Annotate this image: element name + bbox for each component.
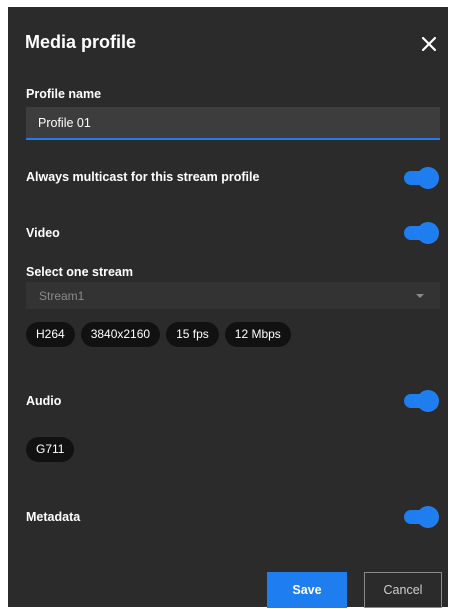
chip-audio-codec: G711 (26, 437, 75, 462)
toggle-knob (418, 168, 438, 188)
stream-select-value: Stream1 (39, 289, 85, 303)
media-profile-dialog: Media profile Profile name Always multic… (8, 7, 448, 608)
toggle-knob (418, 223, 438, 243)
multicast-toggle[interactable] (404, 168, 438, 188)
audio-toggle[interactable] (404, 391, 438, 411)
toggle-knob (418, 507, 438, 527)
select-stream-label: Select one stream (26, 265, 133, 279)
audio-label: Audio (26, 394, 62, 408)
profile-name-label: Profile name (26, 87, 102, 101)
chip-resolution: 3840x2160 (80, 322, 161, 347)
chip-codec: H264 (26, 322, 75, 347)
dialog-title: Media profile (25, 32, 137, 52)
chevron-down-icon (416, 294, 424, 298)
save-button[interactable]: Save (267, 572, 347, 608)
close-icon[interactable] (421, 36, 437, 52)
audio-chips: G711 (26, 437, 75, 462)
video-toggle[interactable] (404, 223, 438, 243)
profile-name-input[interactable] (26, 107, 440, 140)
toggle-knob (418, 391, 438, 411)
cancel-button[interactable]: Cancel (364, 572, 442, 608)
chip-framerate: 15 fps (166, 322, 219, 347)
multicast-label: Always multicast for this stream profile (26, 170, 260, 184)
video-chips: H264 3840x2160 15 fps 12 Mbps (26, 322, 291, 347)
video-label: Video (26, 226, 60, 240)
chip-bitrate: 12 Mbps (224, 322, 291, 347)
stream-select[interactable]: Stream1 (26, 282, 440, 309)
metadata-toggle[interactable] (404, 507, 438, 527)
metadata-label: Metadata (26, 510, 81, 524)
